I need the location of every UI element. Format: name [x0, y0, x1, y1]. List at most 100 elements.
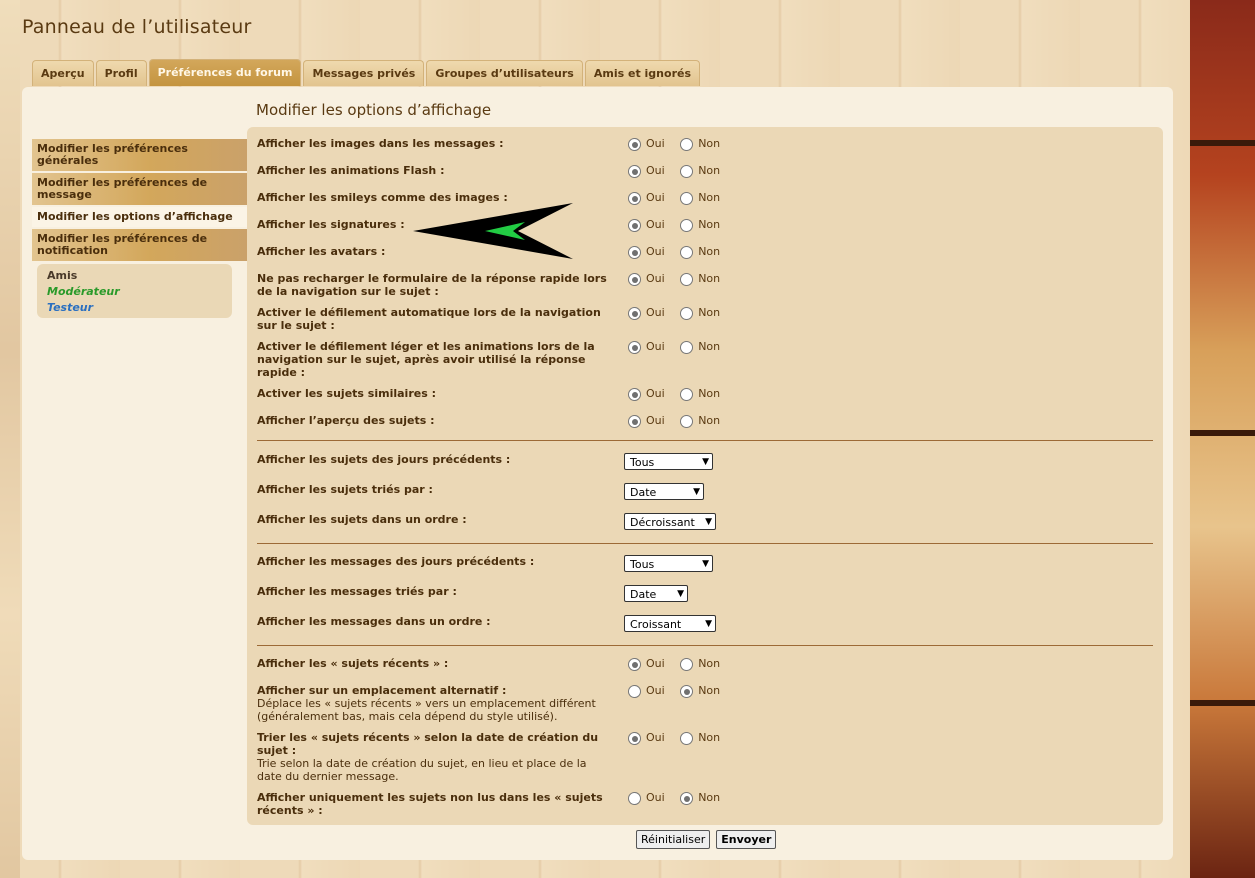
radio-no-label: Non: [698, 414, 721, 427]
section-title: Modifier les options d’affichage: [256, 101, 492, 119]
post-order-select[interactable]: Croissant ▼: [624, 615, 716, 632]
chevron-down-icon: ▼: [705, 619, 712, 629]
tab-groupes[interactable]: Groupes d’utilisateurs: [426, 60, 583, 86]
radio-yes[interactable]: Oui: [628, 657, 665, 671]
radio-group: Oui Non: [628, 164, 732, 178]
tab-apercu[interactable]: Aperçu: [32, 60, 94, 86]
friend-moderateur[interactable]: Modérateur: [47, 285, 120, 298]
radio-yes[interactable]: Oui: [628, 340, 665, 354]
radio-yes-label: Oui: [646, 191, 665, 204]
radio-yes[interactable]: Oui: [628, 218, 665, 232]
radio-no[interactable]: Non: [680, 414, 720, 428]
radio-circle[interactable]: [680, 307, 694, 320]
background-right-decoration: [1190, 0, 1255, 878]
option-description: Trie selon la date de création du sujet,…: [257, 757, 587, 783]
radio-circle[interactable]: [680, 658, 694, 671]
radio-circle[interactable]: [628, 273, 641, 286]
radio-no[interactable]: Non: [680, 218, 720, 232]
divider: [257, 543, 1153, 544]
radio-yes[interactable]: Oui: [628, 164, 665, 178]
radio-yes-label: Oui: [646, 657, 665, 670]
tab-amis-ignores[interactable]: Amis et ignorés: [584, 60, 700, 86]
sidebar-item-general[interactable]: Modifier les préférences générales: [32, 139, 247, 171]
radio-no[interactable]: Non: [680, 272, 720, 286]
radio-no[interactable]: Non: [680, 340, 720, 354]
radio-circle[interactable]: [680, 388, 694, 401]
radio-group: Oui Non: [628, 414, 732, 428]
sidebar-item-display[interactable]: Modifier les options d’affichage: [32, 207, 247, 227]
tab-messages-prives[interactable]: Messages privés: [303, 60, 425, 86]
radio-circle[interactable]: [680, 685, 694, 698]
radio-no[interactable]: Non: [680, 137, 720, 151]
option-label: Afficher les « sujets récents » :: [257, 657, 449, 670]
radio-circle[interactable]: [680, 341, 694, 354]
radio-circle[interactable]: [628, 792, 641, 805]
radio-circle[interactable]: [628, 165, 641, 178]
option-label: Activer le défilement léger et les anima…: [257, 340, 595, 379]
submit-button[interactable]: Envoyer: [716, 830, 777, 849]
radio-group: Oui Non: [628, 306, 732, 320]
radio-circle[interactable]: [628, 246, 641, 259]
radio-circle[interactable]: [628, 732, 641, 745]
radio-circle[interactable]: [680, 732, 694, 745]
friend-testeur[interactable]: Testeur: [47, 301, 93, 314]
radio-circle[interactable]: [628, 658, 641, 671]
topic-days-select[interactable]: Tous ▼: [624, 453, 713, 470]
radio-yes[interactable]: Oui: [628, 272, 665, 286]
radio-no[interactable]: Non: [680, 191, 720, 205]
radio-no[interactable]: Non: [680, 306, 720, 320]
radio-yes[interactable]: Oui: [628, 791, 665, 805]
radio-no[interactable]: Non: [680, 387, 720, 401]
radio-yes-label: Oui: [646, 731, 665, 744]
select-value: Tous: [630, 456, 655, 469]
topic-sort-select[interactable]: Date ▼: [624, 483, 704, 500]
radio-yes[interactable]: Oui: [628, 306, 665, 320]
radio-circle[interactable]: [628, 192, 641, 205]
post-sort-select[interactable]: Date ▼: [624, 585, 688, 602]
tab-preferences-forum[interactable]: Préférences du forum: [148, 59, 302, 86]
radio-yes-label: Oui: [646, 340, 665, 353]
radio-circle[interactable]: [628, 307, 641, 320]
chevron-down-icon: ▼: [693, 487, 700, 497]
radio-no[interactable]: Non: [680, 245, 720, 259]
radio-no[interactable]: Non: [680, 731, 720, 745]
option-label: Afficher les messages des jours précéden…: [257, 555, 535, 568]
radio-yes[interactable]: Oui: [628, 414, 665, 428]
reset-button[interactable]: Réinitialiser: [636, 830, 711, 849]
radio-circle[interactable]: [628, 219, 641, 232]
radio-circle[interactable]: [680, 792, 694, 805]
arrow-pointer-icon: [413, 203, 573, 259]
radio-circle[interactable]: [628, 685, 641, 698]
radio-circle[interactable]: [680, 246, 694, 259]
topic-order-select[interactable]: Décroissant ▼: [624, 513, 716, 530]
radio-circle[interactable]: [680, 138, 694, 151]
radio-circle[interactable]: [628, 388, 641, 401]
radio-circle[interactable]: [628, 415, 641, 428]
sidebar-item-notification[interactable]: Modifier les préférences de notification: [32, 229, 247, 261]
radio-no[interactable]: Non: [680, 684, 720, 698]
radio-circle[interactable]: [680, 165, 694, 178]
radio-yes-label: Oui: [646, 791, 665, 804]
post-days-select[interactable]: Tous ▼: [624, 555, 713, 572]
radio-group: Oui Non: [628, 137, 732, 151]
radio-circle[interactable]: [680, 219, 694, 232]
tab-profil[interactable]: Profil: [95, 60, 147, 86]
option-label: Afficher les sujets des jours précédents…: [257, 453, 511, 466]
radio-circle[interactable]: [628, 138, 641, 151]
radio-yes[interactable]: Oui: [628, 387, 665, 401]
chevron-down-icon: ▼: [702, 559, 709, 569]
radio-yes[interactable]: Oui: [628, 245, 665, 259]
radio-circle[interactable]: [628, 341, 641, 354]
radio-circle[interactable]: [680, 273, 694, 286]
radio-circle[interactable]: [680, 192, 694, 205]
radio-no[interactable]: Non: [680, 164, 720, 178]
radio-circle[interactable]: [680, 415, 694, 428]
radio-yes[interactable]: Oui: [628, 137, 665, 151]
radio-no[interactable]: Non: [680, 791, 720, 805]
radio-yes[interactable]: Oui: [628, 191, 665, 205]
sidebar-item-message[interactable]: Modifier les préférences de message: [32, 173, 247, 205]
options-form: Afficher les images dans les messages : …: [247, 127, 1163, 825]
radio-yes[interactable]: Oui: [628, 684, 665, 698]
radio-yes[interactable]: Oui: [628, 731, 665, 745]
radio-no[interactable]: Non: [680, 657, 720, 671]
